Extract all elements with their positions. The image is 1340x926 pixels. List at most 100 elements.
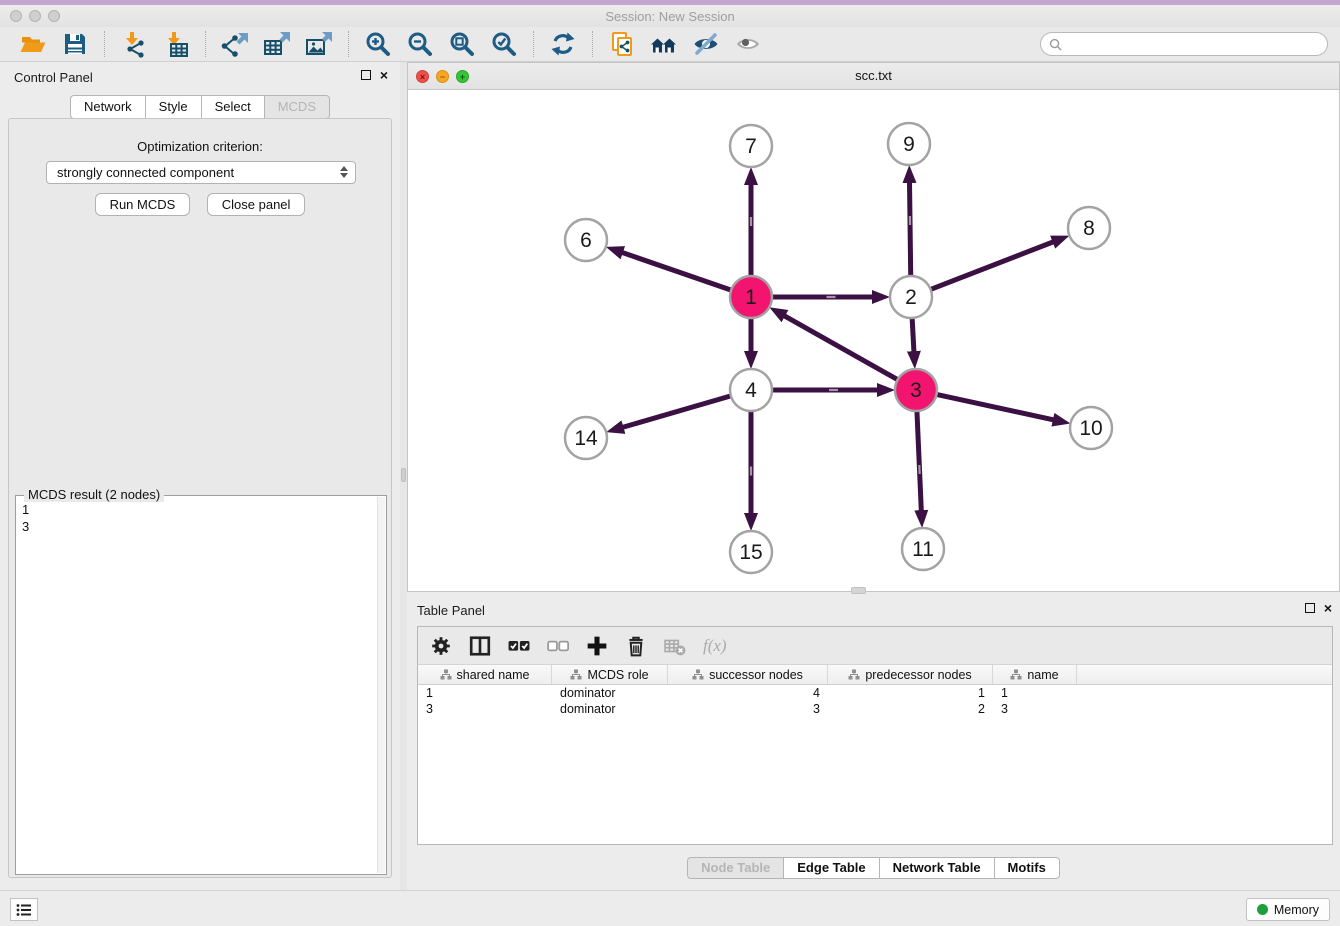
tab-network-table[interactable]: Network Table <box>879 857 994 879</box>
table-settings-gear-icon[interactable] <box>430 635 452 657</box>
graph-edge-2-9[interactable] <box>909 182 910 276</box>
table-cell[interactable]: 1 <box>993 685 1077 701</box>
search-field[interactable] <box>1040 32 1328 56</box>
copy-network-icon[interactable] <box>607 29 637 59</box>
mcds-result-text[interactable]: 1 3 <box>18 499 376 872</box>
graph-node-label-8: 8 <box>1083 217 1095 240</box>
table-row[interactable]: 3dominator323 <box>418 701 1332 717</box>
table-cell[interactable]: 3 <box>993 701 1077 717</box>
graph-edge-3-1[interactable] <box>784 316 898 380</box>
splitter-handle[interactable] <box>401 468 406 482</box>
sort-tree-icon <box>848 669 860 680</box>
tab-motifs[interactable]: Motifs <box>994 857 1060 879</box>
export-image-icon[interactable] <box>304 29 334 59</box>
control-panel: Control Panel × NetworkStyleSelectMCDS O… <box>0 62 400 890</box>
sort-tree-icon <box>1010 669 1022 680</box>
table-cell[interactable]: 3 <box>418 701 552 717</box>
delete-table-icon[interactable] <box>664 635 686 657</box>
column-header-shared-name[interactable]: shared name <box>418 665 552 684</box>
edge-label-mark <box>909 216 911 225</box>
column-header-MCDS-role[interactable]: MCDS role <box>552 665 668 684</box>
tab-mcds[interactable]: MCDS <box>264 95 330 119</box>
graph-edge-3-11[interactable] <box>917 411 921 511</box>
memory-button[interactable]: Memory <box>1246 898 1330 921</box>
refresh-icon[interactable] <box>548 29 578 59</box>
deselect-all-icon[interactable] <box>547 635 569 657</box>
close-panel-icon[interactable]: × <box>380 70 388 80</box>
zoom-fit-icon[interactable] <box>447 29 477 59</box>
add-column-icon[interactable] <box>586 635 608 657</box>
zoom-out-icon[interactable] <box>405 29 435 59</box>
memory-status-icon <box>1257 904 1268 915</box>
column-header-predecessor-nodes[interactable]: predecessor nodes <box>828 665 993 684</box>
tab-node-table[interactable]: Node Table <box>687 857 783 879</box>
close-table-panel-icon[interactable]: × <box>1324 603 1332 613</box>
column-header-successor-nodes[interactable]: successor nodes <box>668 665 828 684</box>
sort-tree-icon <box>692 669 704 680</box>
horizontal-splitter-handle[interactable] <box>851 587 866 594</box>
tab-network[interactable]: Network <box>70 95 145 119</box>
function-builder-icon[interactable]: f(x) <box>703 635 727 657</box>
close-panel-button[interactable]: Close panel <box>207 193 306 216</box>
criterion-select[interactable]: strongly connected component <box>46 161 356 184</box>
table-cell[interactable]: 2 <box>828 701 993 717</box>
delete-column-icon[interactable] <box>625 635 647 657</box>
edge-label-mark <box>750 217 752 226</box>
search-input[interactable] <box>1067 35 1327 53</box>
split-view-icon[interactable] <box>469 635 491 657</box>
select-stepper-icon <box>340 166 348 178</box>
import-network-icon[interactable] <box>119 29 149 59</box>
task-history-button[interactable] <box>10 898 38 921</box>
main-toolbar <box>0 27 1340 62</box>
panel-splitter[interactable] <box>400 62 407 890</box>
graph-node-label-10: 10 <box>1079 417 1102 440</box>
table-header-row: shared nameMCDS rolesuccessor nodesprede… <box>418 665 1332 685</box>
network-titlebar: × − + scc.txt <box>408 63 1339 90</box>
app-title: Session: New Session <box>0 9 1340 24</box>
open-session-icon[interactable] <box>18 29 48 59</box>
import-table-icon[interactable] <box>161 29 191 59</box>
select-all-icon[interactable] <box>508 635 530 657</box>
toolbar-separator <box>592 31 593 57</box>
zoom-in-icon[interactable] <box>363 29 393 59</box>
status-bar: Memory <box>0 890 1340 926</box>
table-cell[interactable]: dominator <box>552 701 668 717</box>
table-tabs: Node TableEdge TableNetwork TableMotifs <box>407 857 1340 879</box>
toolbar-separator <box>104 31 105 57</box>
run-mcds-button[interactable]: Run MCDS <box>95 193 191 216</box>
table-row[interactable]: 1dominator411 <box>418 685 1332 701</box>
graph-edge-4-14[interactable] <box>622 396 730 428</box>
network-canvas[interactable]: 7968124314101511 <box>408 90 1339 591</box>
export-network-icon[interactable] <box>220 29 250 59</box>
float-table-panel-icon[interactable] <box>1305 603 1315 613</box>
export-table-icon[interactable] <box>262 29 292 59</box>
save-session-icon[interactable] <box>60 29 90 59</box>
show-eye-icon[interactable] <box>733 29 763 59</box>
graph-node-label-14: 14 <box>574 427 598 450</box>
network-title: scc.txt <box>408 68 1339 83</box>
table-panel: Table Panel × <box>407 595 1340 890</box>
graph-node-label-1: 1 <box>745 286 757 309</box>
table-cell[interactable]: dominator <box>552 685 668 701</box>
result-scrollbar[interactable] <box>377 497 385 873</box>
float-panel-icon[interactable] <box>361 70 371 80</box>
home-icon[interactable] <box>649 29 679 59</box>
graph-edge-2-3[interactable] <box>912 318 914 352</box>
table-cell[interactable]: 3 <box>668 701 828 717</box>
tab-style[interactable]: Style <box>145 95 201 119</box>
table-cell[interactable]: 1 <box>828 685 993 701</box>
network-graph[interactable]: 7968124314101511 <box>408 90 1339 591</box>
table-cell[interactable]: 4 <box>668 685 828 701</box>
graph-edge-1-6[interactable] <box>622 252 731 290</box>
table-panel-title: Table Panel <box>417 603 485 618</box>
graph-edge-3-10[interactable] <box>937 394 1054 419</box>
table-body: 1dominator4113dominator323 <box>418 685 1332 717</box>
column-header-name[interactable]: name <box>993 665 1077 684</box>
graph-edge-2-8[interactable] <box>931 242 1054 290</box>
mcds-result-group: MCDS result (2 nodes) 1 3 <box>15 495 387 875</box>
table-cell[interactable]: 1 <box>418 685 552 701</box>
tab-select[interactable]: Select <box>201 95 264 119</box>
hide-selected-icon[interactable] <box>691 29 721 59</box>
tab-edge-table[interactable]: Edge Table <box>783 857 878 879</box>
zoom-selected-icon[interactable] <box>489 29 519 59</box>
